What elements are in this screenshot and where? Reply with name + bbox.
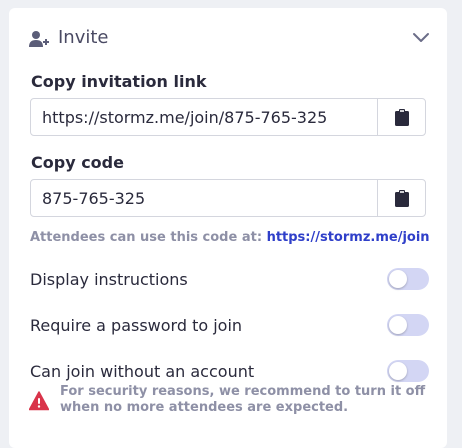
hint-text: Attendees can use this code at: <box>30 230 263 245</box>
join-without-account-toggle[interactable] <box>387 360 429 382</box>
person-add-icon <box>29 30 49 48</box>
display-instructions-label: Display instructions <box>30 270 188 289</box>
code-hint: Attendees can use this code at: https://… <box>30 230 430 245</box>
require-password-toggle[interactable] <box>387 314 429 336</box>
toggle-knob <box>389 316 407 334</box>
copy-code-button[interactable] <box>377 180 425 216</box>
toggle-knob <box>389 362 407 380</box>
code-value: 875-765-325 <box>42 189 146 208</box>
security-warning-text: For security reasons, we recommend to tu… <box>60 384 426 415</box>
join-without-account-label: Can join without an account <box>30 362 255 381</box>
require-password-label: Require a password to join <box>30 316 243 335</box>
invite-section-header[interactable]: Invite <box>9 8 447 70</box>
invitation-link-value: https://stormz.me/join/875-765-325 <box>42 108 328 127</box>
invite-panel: Invite Copy invitation link https://stor… <box>9 8 447 448</box>
copy-link-button[interactable] <box>377 99 425 135</box>
code-label: Copy code <box>31 153 124 172</box>
code-field[interactable]: 875-765-325 <box>30 179 426 217</box>
chevron-down-icon[interactable] <box>410 26 432 48</box>
display-instructions-toggle[interactable] <box>387 268 429 290</box>
join-url-link[interactable]: https://stormz.me/join <box>267 230 430 245</box>
clipboard-icon <box>394 108 409 126</box>
invitation-link-label: Copy invitation link <box>31 72 207 91</box>
clipboard-icon <box>394 189 409 207</box>
warning-icon <box>28 391 50 411</box>
toggle-knob <box>389 270 407 288</box>
section-title: Invite <box>58 27 109 48</box>
invitation-link-field[interactable]: https://stormz.me/join/875-765-325 <box>30 98 426 136</box>
